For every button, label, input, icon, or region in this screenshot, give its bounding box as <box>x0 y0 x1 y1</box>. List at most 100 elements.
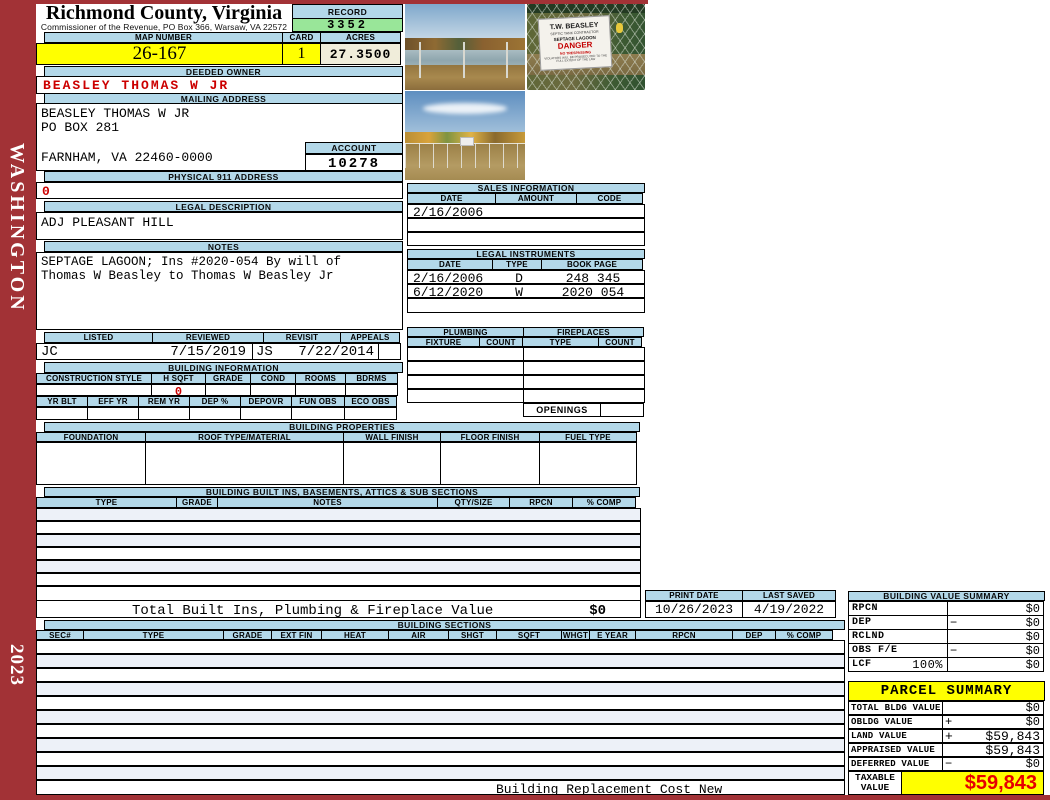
physical-address-label: PHYSICAL 911 ADDRESS <box>44 171 403 182</box>
yrblt-label: YR BLT <box>36 396 88 407</box>
bvs-row-rpcn: RPCN $0 <box>848 601 1044 616</box>
building-properties-values <box>36 442 637 485</box>
bvs-value: $0 <box>1025 629 1040 644</box>
sign-line-6: VIOLATORS WILL BE PROSECUTED TO THE FULL… <box>544 53 607 64</box>
fireplace-count-label: COUNT <box>598 337 642 347</box>
ps-value: $59,843 <box>985 742 1040 758</box>
deppct-value <box>189 407 241 420</box>
listed-value: JC 7/15/2019 <box>36 343 253 360</box>
map-number-value: 26-167 <box>36 43 283 65</box>
sales-amount-label: AMOUNT <box>495 193 577 204</box>
taxable-label-2: VALUE <box>860 782 890 793</box>
ecoobs-label: ECO OBS <box>344 396 397 407</box>
li-bookpage-label: BOOK PAGE <box>541 259 643 270</box>
photo-yellow-marker <box>615 22 623 33</box>
fence-post <box>505 41 508 78</box>
rooms-label: ROOMS <box>295 373 346 384</box>
rooms-value <box>295 384 346 396</box>
ps-op: + <box>945 728 953 744</box>
bdrms-value <box>345 384 398 396</box>
bdrms-label: BDRMS <box>345 373 398 384</box>
table-row <box>36 738 845 752</box>
bvs-value: $0 <box>1025 601 1040 616</box>
fireplace-row <box>523 361 645 375</box>
bi-type-label: TYPE <box>36 497 177 508</box>
table-row <box>36 696 845 710</box>
revisit-value <box>378 343 401 360</box>
ps-op: − <box>945 757 953 771</box>
county-header: Richmond County, Virginia Commissioner o… <box>36 3 292 32</box>
bi-comp-label: % COMP <box>572 497 636 508</box>
small-sign <box>460 137 475 147</box>
replacement-cost-label: Building Replacement Cost New <box>496 782 723 795</box>
wall-finish-label: WALL FINISH <box>343 432 441 442</box>
bvs-value: $0 <box>1025 657 1040 672</box>
built-ins-total-row: Total Built Ins, Plumbing & Fireplace Va… <box>36 600 641 618</box>
bvs-row-dep: DEP − $0 <box>848 615 1044 630</box>
fence-post <box>462 41 465 78</box>
legal-instrument-row: 6/12/2020 W 2020 054 <box>407 284 645 298</box>
bi-notes-label: NOTES <box>217 497 438 508</box>
fuel-type-value <box>539 442 637 485</box>
bi-grade-label: GRADE <box>176 497 218 508</box>
bvs-value: $0 <box>1025 643 1040 658</box>
plumbing-row <box>407 375 524 389</box>
notes-line-2: Thomas W Beasley to Thomas W Beasley Jr <box>41 269 334 283</box>
last-saved-value: 4/19/2022 <box>742 601 836 618</box>
ps-label: LAND VALUE <box>851 731 908 741</box>
building-properties-headers: FOUNDATION ROOF TYPE/MATERIAL WALL FINIS… <box>36 432 637 442</box>
table-row <box>36 547 641 560</box>
print-date-value: 10/26/2023 <box>645 601 743 618</box>
built-ins-total-value: $0 <box>589 603 606 618</box>
reviewed-by: JS <box>256 343 273 360</box>
listed-label: LISTED <box>44 332 153 343</box>
plumbing-row <box>407 389 524 403</box>
bs-eyear-label: E YEAR <box>589 630 636 640</box>
revisit-label: REVISIT <box>263 332 341 343</box>
table-row <box>36 668 845 682</box>
cond-label: COND <box>250 373 296 384</box>
table-row <box>36 573 641 586</box>
record-number: 3352 <box>292 18 403 32</box>
notes-line-1: SEPTAGE LAGOON; Ins #2020-054 By will of <box>41 255 342 269</box>
deeded-owner-value: BEASLEY THOMAS W JR <box>36 76 403 94</box>
mailing-line-2: PO BOX 281 <box>41 120 120 135</box>
legal-instruments-title: LEGAL INSTRUMENTS <box>407 249 645 259</box>
plumbing-fireplaces-headers: FIXTURE COUNT TYPE COUNT <box>407 337 642 347</box>
parcel-photo-lagoon <box>405 4 525 90</box>
county-subtitle: Commissioner of the Revenue, PO Box 366,… <box>40 22 288 32</box>
table-row <box>36 640 845 654</box>
bs-extfin-label: EXT FIN <box>271 630 322 640</box>
card-label: CARD <box>282 32 321 43</box>
record-label: RECORD <box>292 4 403 19</box>
district-name: WASHINGTON <box>6 143 28 313</box>
fireplace-row <box>523 347 645 361</box>
legal-instrument-row: 2/16/2006 D 248 345 <box>407 270 645 284</box>
bs-comp-label: % COMP <box>775 630 833 640</box>
depovr-label: DEPOVR <box>240 396 292 407</box>
built-ins-title: BUILDING BUILT INS, BASEMENTS, ATTICS & … <box>44 487 640 497</box>
li-date: 2/16/2006 <box>413 271 484 284</box>
print-info-headers: PRINT DATE LAST SAVED <box>645 590 836 601</box>
construction-style-value <box>36 384 152 396</box>
ps-value: $59,843 <box>985 728 1040 744</box>
built-ins-headers: TYPE GRADE NOTES QTY/SIZE RPCN % COMP <box>36 497 636 508</box>
table-row <box>36 560 641 573</box>
deppct-label: DEP % <box>189 396 241 407</box>
ecoobs-value <box>344 407 397 420</box>
plumbing-row <box>407 347 524 361</box>
legal-instrument-row <box>407 298 645 313</box>
building-value-summary-title: BUILDING VALUE SUMMARY <box>848 591 1045 601</box>
building-info-headers-1: CONSTRUCTION STYLE H SQFT GRADE COND ROO… <box>36 373 398 384</box>
fireplaces-title: FIREPLACES <box>523 327 644 337</box>
funobs-label: FUN OBS <box>291 396 345 407</box>
foundation-value <box>36 442 146 485</box>
effyr-label: EFF YR <box>87 396 139 407</box>
openings-label: OPENINGS <box>523 403 601 417</box>
last-saved-label: LAST SAVED <box>742 590 836 601</box>
bvs-row-obs: OBS F/E − $0 <box>848 643 1044 658</box>
bs-sqft-label: SQFT <box>496 630 562 640</box>
plumbing-fireplaces-titles: PLUMBING FIREPLACES <box>407 327 644 337</box>
fireplace-row <box>523 375 645 389</box>
chain-link-fence <box>405 142 525 168</box>
